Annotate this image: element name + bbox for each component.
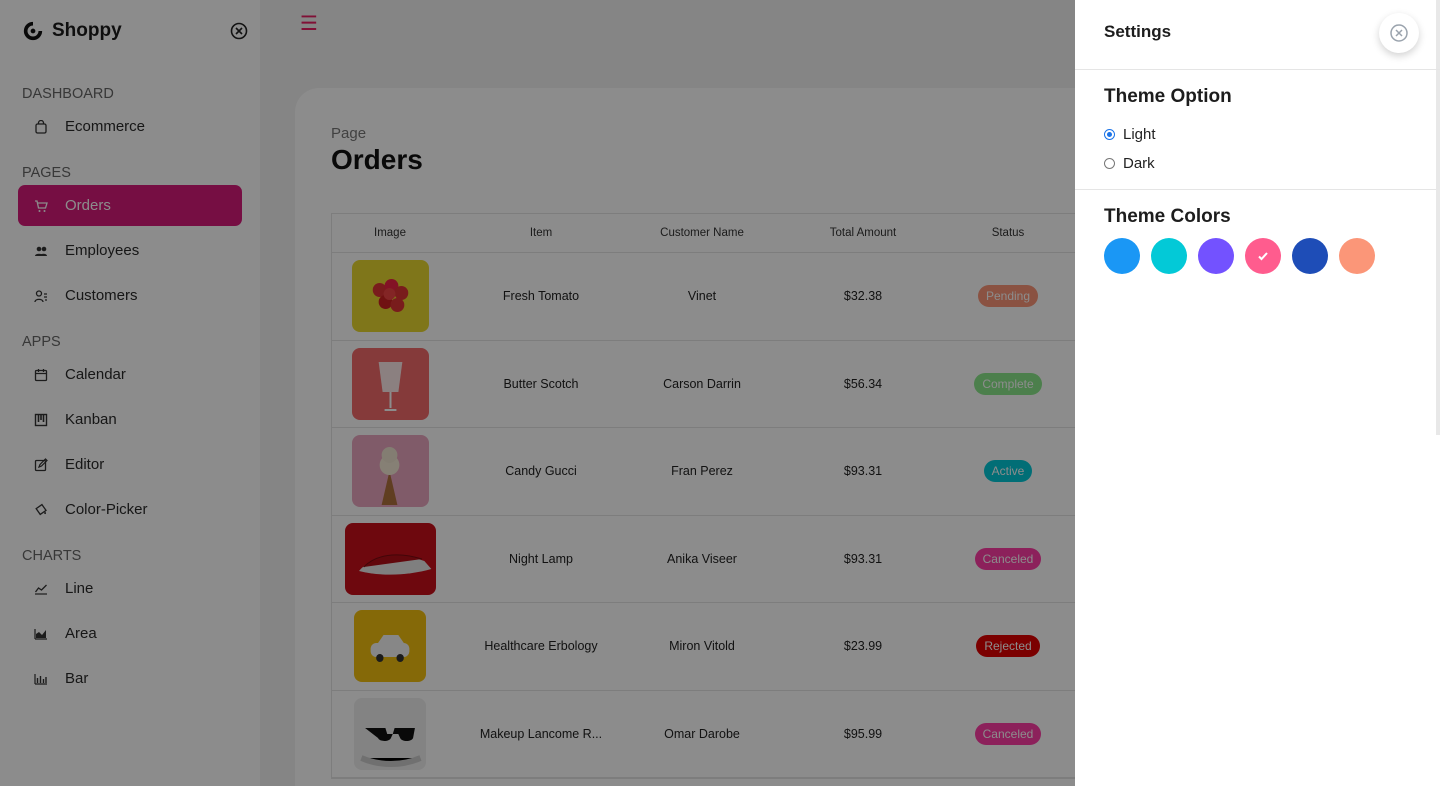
settings-header: Settings <box>1075 0 1440 70</box>
theme-colors-title: Theme Colors <box>1104 206 1231 227</box>
theme-color-swatch[interactable] <box>1245 238 1281 274</box>
theme-option-label: Light <box>1123 126 1156 143</box>
check-icon <box>1258 252 1268 261</box>
theme-option-title: Theme Option <box>1104 86 1232 107</box>
close-icon <box>1390 24 1408 42</box>
radio-button[interactable] <box>1104 158 1115 169</box>
theme-color-swatch[interactable] <box>1198 238 1234 274</box>
theme-color-swatch[interactable] <box>1339 238 1375 274</box>
radio-button[interactable] <box>1104 129 1115 140</box>
settings-panel: Settings Theme Option Light Dark Theme Co… <box>1075 0 1440 786</box>
theme-option-label: Dark <box>1123 155 1155 172</box>
theme-colors-section: Theme Colors <box>1075 190 1440 274</box>
theme-color-swatch[interactable] <box>1151 238 1187 274</box>
theme-color-swatch[interactable] <box>1104 238 1140 274</box>
theme-option-list: Light Dark <box>1104 120 1411 178</box>
theme-option-section: Theme Option Light Dark <box>1075 70 1440 190</box>
theme-option-dark[interactable]: Dark <box>1104 149 1411 178</box>
color-swatches <box>1104 238 1411 274</box>
theme-color-swatch[interactable] <box>1292 238 1328 274</box>
settings-title: Settings <box>1104 22 1172 41</box>
theme-option-light[interactable]: Light <box>1104 120 1411 149</box>
close-settings-button[interactable] <box>1379 13 1419 53</box>
